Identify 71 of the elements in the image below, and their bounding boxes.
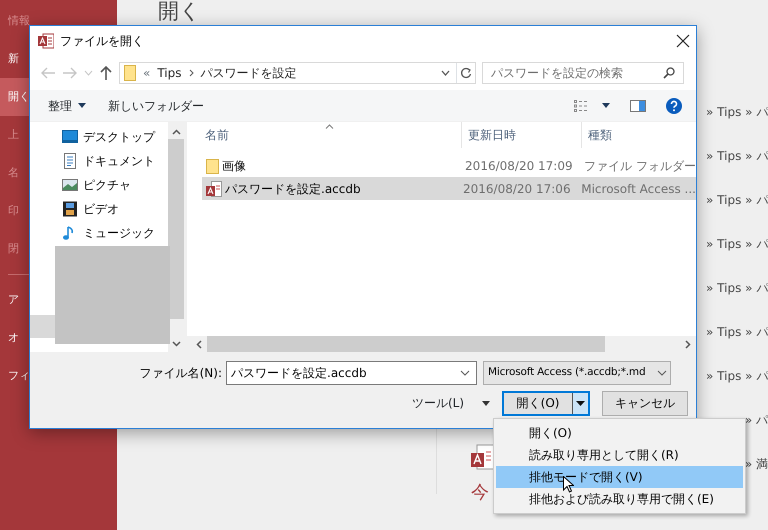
scroll-down-icon[interactable] [172, 341, 180, 347]
file-type-dropdown[interactable]: Microsoft Access (*.accdb;*.md [483, 361, 671, 385]
scroll-up-icon[interactable] [172, 129, 180, 135]
menu-item[interactable]: 開く(O) [496, 422, 743, 444]
chevron-down-icon [657, 370, 667, 376]
recent-path[interactable]: » Tips » パ [706, 323, 768, 367]
scrollbar-thumb[interactable] [168, 139, 184, 319]
recent-path[interactable]: » Tips » パ [706, 147, 768, 191]
chevron-right-icon [188, 69, 194, 77]
search-icon [663, 67, 675, 79]
new-folder-button[interactable]: 新しいフォルダー [108, 96, 204, 114]
recent-path[interactable]: » Tips » パ [706, 367, 768, 411]
caret-icon[interactable] [78, 103, 86, 108]
cancel-button[interactable]: キャンセル [602, 390, 688, 416]
chevron-down-icon [460, 370, 470, 376]
field-label: ファイル名(N): [138, 365, 223, 382]
up-arrow-icon[interactable] [99, 65, 113, 81]
open-split-button[interactable]: 開く(O) [502, 390, 590, 416]
scroll-left-icon[interactable] [196, 340, 202, 348]
column-header[interactable]: 種類 [588, 126, 612, 144]
page-heading: 開く [158, 1, 201, 22]
column-header[interactable]: 名前 [205, 126, 229, 144]
organize-button[interactable]: 整理 [48, 96, 86, 114]
refresh-icon[interactable] [460, 67, 472, 79]
recent-path[interactable]: » Tips » パ [706, 279, 768, 323]
sort-caret-icon [325, 124, 334, 129]
search-field[interactable]: パスワードを設定の検索 [482, 62, 684, 84]
monitor-icon [62, 129, 78, 145]
close-button[interactable] [676, 34, 690, 48]
nav-pane-item[interactable]: デスクトップ [30, 125, 168, 149]
breadcrumb-segment[interactable]: Tips [157, 64, 182, 82]
nav-pane-item[interactable]: ピクチャ [30, 173, 168, 197]
nav-pane-item[interactable]: ドキュメント [30, 149, 168, 173]
scroll-right-icon[interactable] [685, 340, 691, 348]
caret-icon[interactable] [482, 400, 490, 406]
dropdown-triangle-icon[interactable] [576, 400, 586, 406]
folder-icon [206, 158, 219, 174]
recent-path[interactable]: » パ [744, 411, 768, 455]
mouse-cursor-icon [563, 476, 574, 493]
access-file-icon [471, 444, 495, 472]
address-bar[interactable]: « Tips パスワードを設定 [119, 62, 476, 84]
recent-path[interactable]: » Tips » パ [706, 191, 768, 235]
recent-path[interactable]: » 満 [744, 455, 768, 499]
landscape-icon [62, 177, 78, 193]
help-icon[interactable] [666, 98, 682, 114]
access-app-icon [38, 33, 54, 49]
chevron-down-icon[interactable] [441, 70, 450, 76]
tools-button[interactable]: ツール(L) [412, 394, 490, 412]
view-options-icon[interactable] [574, 100, 590, 112]
scrollbar-thumb[interactable] [207, 336, 605, 352]
preview-pane-icon[interactable] [630, 100, 646, 112]
breadcrumb-segment[interactable]: パスワードを設定 [200, 64, 297, 82]
document-icon [62, 153, 78, 169]
dropdown-triangle-icon[interactable] [602, 103, 610, 108]
nav-pane-item[interactable]: ビデオ [30, 197, 168, 221]
file-name-field[interactable]: パスワードを設定.accdb [226, 361, 477, 385]
file-row[interactable]: 画像 2016/08/20 17:09 ファイル フォルダー [202, 154, 696, 177]
film-icon [62, 201, 78, 217]
file-row[interactable]: パスワードを設定.accdb 2016/08/20 17:06 Microsoft Access ... [202, 177, 696, 200]
menu-item[interactable]: 読み取り専用として開く(R) [496, 444, 743, 466]
recent-path[interactable]: » Tips » パ [706, 103, 768, 147]
column-header[interactable]: 更新日時 [468, 126, 516, 144]
nav-pane-item[interactable]: ミュージック [30, 221, 168, 245]
hover-highlight [30, 315, 55, 338]
window-title: ファイルを開く [60, 33, 144, 50]
folder-icon [124, 65, 136, 81]
recent-path[interactable]: » Tips » パ [706, 235, 768, 279]
menu-item[interactable]: 排他および読み取り専用で開く(E) [496, 488, 743, 510]
overflow-chevrons[interactable]: « [143, 64, 150, 82]
access-file-icon [206, 180, 222, 196]
recent-heading: 今 [471, 484, 489, 502]
